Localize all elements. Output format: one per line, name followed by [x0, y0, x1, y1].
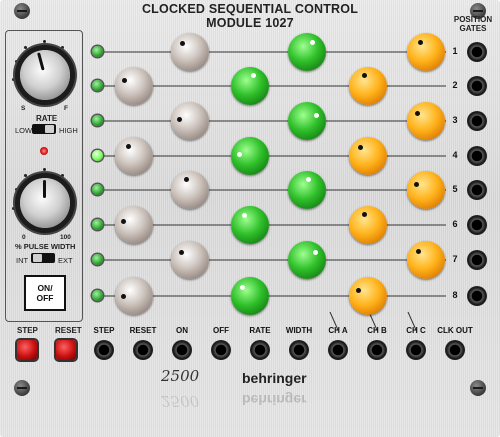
channel-a-knob[interactable] — [171, 171, 209, 209]
channel-c-knob[interactable] — [349, 67, 387, 105]
channel-b-knob[interactable] — [231, 206, 269, 244]
channel-b-knob[interactable] — [288, 33, 326, 71]
position-gate-jack-icon[interactable] — [467, 146, 487, 166]
channel-b-knob[interactable] — [288, 102, 326, 140]
position-number: 1 — [452, 46, 458, 56]
jack-label: RESET — [129, 326, 157, 335]
jack-label: CLK OUT — [437, 326, 473, 335]
position-number: 3 — [452, 115, 458, 125]
brand-reflection: behringer — [242, 392, 307, 408]
jack-label: CH B — [367, 326, 387, 335]
position-gate-jack-icon[interactable] — [467, 250, 487, 270]
channel-a-knob[interactable] — [171, 33, 209, 71]
channel-c-knob[interactable] — [407, 241, 445, 279]
jack-icon[interactable] — [133, 340, 153, 360]
logo-2500-reflection: 2500 — [161, 392, 200, 410]
channel-c-knob[interactable] — [407, 171, 445, 209]
channel-a-knob[interactable] — [115, 206, 153, 244]
channel-c-knob[interactable] — [349, 137, 387, 175]
module-panel: CLOCKED SEQUENTIAL CONTROL MODULE 1027 P… — [0, 0, 500, 437]
position-number: 2 — [452, 80, 458, 90]
step-led-icon — [92, 254, 103, 265]
jack-icon[interactable] — [328, 340, 348, 360]
jack-label: CH A — [328, 326, 348, 335]
reset-button-label: RESET — [55, 326, 82, 335]
position-number: 8 — [452, 290, 458, 300]
step-led-icon — [92, 219, 103, 230]
channel-c-knob[interactable] — [407, 102, 445, 140]
step-led-icon — [92, 80, 103, 91]
step-led-icon — [92, 290, 103, 301]
channel-a-knob[interactable] — [115, 67, 153, 105]
jack-label: WIDTH — [285, 326, 313, 335]
channel-a-knob[interactable] — [171, 102, 209, 140]
step-led-icon — [92, 184, 103, 195]
step-led-icon — [92, 115, 103, 126]
channel-b-knob[interactable] — [288, 241, 326, 279]
position-gate-jack-icon[interactable] — [467, 180, 487, 200]
channel-c-knob[interactable] — [407, 33, 445, 71]
step-led-icon — [92, 150, 103, 161]
position-gate-jack-icon[interactable] — [467, 111, 487, 131]
jack-icon[interactable] — [211, 340, 231, 360]
channel-b-knob[interactable] — [288, 171, 326, 209]
position-gate-jack-icon[interactable] — [467, 286, 487, 306]
channel-b-knob[interactable] — [231, 277, 269, 315]
channel-a-knob[interactable] — [171, 241, 209, 279]
jack-label: RATE — [249, 326, 271, 335]
logo-2500: 2500 — [161, 367, 200, 385]
jack-label: OFF — [213, 326, 229, 335]
step-button-label: STEP — [17, 326, 38, 335]
position-number: 6 — [452, 219, 458, 229]
position-number: 5 — [452, 184, 458, 194]
position-gate-jack-icon[interactable] — [467, 76, 487, 96]
brand-name: behringer — [242, 370, 307, 386]
jack-label: CH C — [406, 326, 426, 335]
channel-b-knob[interactable] — [231, 67, 269, 105]
position-number: 7 — [452, 254, 458, 264]
position-gate-jack-icon[interactable] — [467, 215, 487, 235]
channel-b-knob[interactable] — [231, 137, 269, 175]
reset-button[interactable] — [56, 340, 76, 360]
jack-icon[interactable] — [94, 340, 114, 360]
jack-label: ON — [176, 326, 188, 335]
jack-icon[interactable] — [250, 340, 270, 360]
channel-a-knob[interactable] — [115, 277, 153, 315]
jack-icon[interactable] — [289, 340, 309, 360]
jack-icon[interactable] — [172, 340, 192, 360]
jack-label: STEP — [93, 326, 115, 335]
channel-a-knob[interactable] — [115, 137, 153, 175]
step-button[interactable] — [17, 340, 37, 360]
jack-icon[interactable] — [367, 340, 387, 360]
jack-icon[interactable] — [406, 340, 426, 360]
position-number: 4 — [452, 150, 458, 160]
channel-c-knob[interactable] — [349, 277, 387, 315]
position-gate-jack-icon[interactable] — [467, 42, 487, 62]
channel-c-knob[interactable] — [349, 206, 387, 244]
jack-icon[interactable] — [445, 340, 465, 360]
step-led-icon — [92, 46, 103, 57]
